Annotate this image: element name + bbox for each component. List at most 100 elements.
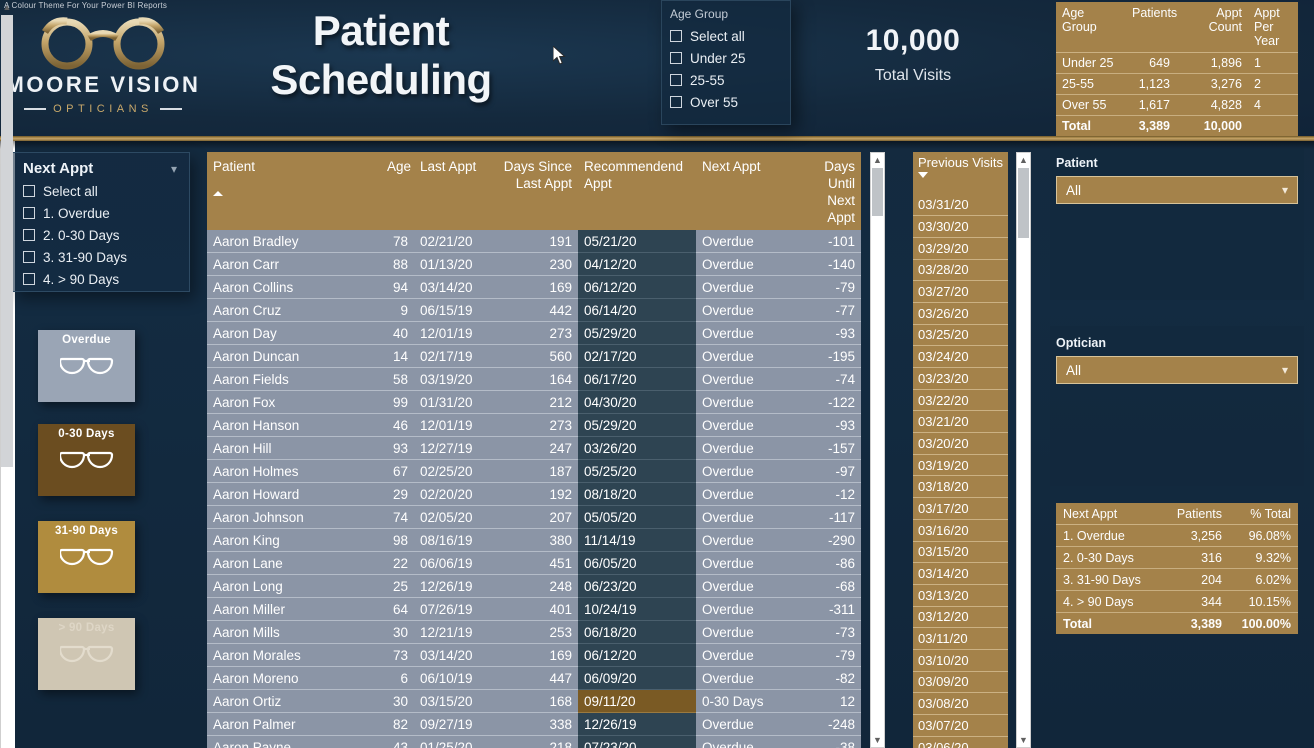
scrollbar-thumb[interactable] <box>1018 168 1029 238</box>
list-item[interactable]: 03/16/20 <box>913 519 1008 542</box>
column-header-next-appt[interactable]: Next Appt <box>696 152 791 230</box>
table-row[interactable]: Aaron Lane 22 06/06/19 451 06/05/20 Overdue -8… <box>207 551 861 575</box>
column-header-age[interactable]: Age <box>381 152 414 230</box>
age-group-slicer-item[interactable]: Over 55 <box>670 91 790 113</box>
table-row[interactable]: Aaron Morales 73 03/14/20 169 06/12/20 Overdu… <box>207 643 861 667</box>
table-row[interactable]: Aaron Cruz 9 06/15/19 442 06/14/20 Overdue -77 <box>207 298 861 322</box>
table-row[interactable]: Aaron Carr 88 01/13/20 230 04/12/20 Overdue -1… <box>207 252 861 276</box>
table-row[interactable]: 4. > 90 Days 344 10.15% <box>1056 590 1298 613</box>
table-row[interactable]: Aaron Johnson 74 02/05/20 207 05/05/20 Overdu… <box>207 505 861 529</box>
next-appt-slicer[interactable]: Next Appt ▾ Select all 1. Overdue 2. 0-30 … <box>12 152 190 292</box>
card-over-90-days[interactable]: > 90 Days <box>38 618 135 690</box>
table-row[interactable]: Under 25 649 1,896 1 <box>1056 52 1298 74</box>
patient-table[interactable]: Patient Age Last Appt Days Since Last Appt R… <box>207 152 861 748</box>
table-row[interactable]: Aaron Mills 30 12/21/19 253 06/18/20 Overdue -… <box>207 620 861 644</box>
table-row[interactable]: Aaron Hanson 46 12/01/19 273 05/29/20 Overdue… <box>207 413 861 437</box>
table-row[interactable]: Aaron Collins 94 03/14/20 169 06/12/20 Overdu… <box>207 275 861 299</box>
next-appt-matrix[interactable]: Next Appt Patients% Total 1. Overdue 3,256… <box>1056 503 1298 634</box>
scroll-down-icon[interactable]: ▼ <box>1017 733 1030 747</box>
column-header[interactable]: Patients <box>1126 2 1177 53</box>
table-header-row[interactable]: Previous Visits <box>913 152 1008 194</box>
table-row[interactable]: 1. Overdue 3,256 96.08% <box>1056 524 1298 547</box>
scroll-down-icon[interactable]: ▼ <box>871 733 884 747</box>
table-row[interactable]: 3. 31-90 Days 204 6.02% <box>1056 568 1298 591</box>
list-item[interactable]: 03/15/20 <box>913 541 1008 564</box>
list-item[interactable]: 03/12/20 <box>913 606 1008 629</box>
age-group-slicer[interactable]: Age Group Select all Under 25 25-55 Over 55 <box>661 0 791 125</box>
card-overdue[interactable]: Overdue <box>38 330 135 402</box>
patient-table-scrollbar[interactable]: ▲ ▼ <box>870 152 885 748</box>
previous-visits-table[interactable]: Previous Visits 03/31/20 03/30/20 03/29/20… <box>913 152 1008 748</box>
list-item[interactable]: 03/29/20 <box>913 237 1008 260</box>
chevron-down-icon[interactable]: ▾ <box>1282 363 1288 377</box>
column-header-last-appt[interactable]: Last Appt <box>414 152 488 230</box>
list-item[interactable]: 03/24/20 <box>913 345 1008 368</box>
age-group-slicer-item[interactable]: Select all <box>670 25 790 47</box>
scrollbar-thumb[interactable] <box>1 15 13 467</box>
column-header[interactable]: Next Appt <box>1056 503 1159 525</box>
column-header-days-until-next-appt[interactable]: Days Until Next Appt <box>791 152 861 230</box>
list-item[interactable]: 03/31/20 <box>913 194 1008 217</box>
column-header-days-since-last-appt[interactable]: Days Since Last Appt <box>488 152 578 230</box>
table-row[interactable]: Aaron Payne 43 01/25/20 218 07/23/20 Overdue -… <box>207 735 861 748</box>
column-header[interactable]: Appt Per Year <box>1248 2 1298 53</box>
list-item[interactable]: 03/27/20 <box>913 280 1008 303</box>
previous-visits-scrollbar[interactable]: ▲ ▼ <box>1016 152 1031 748</box>
checkbox-icon[interactable] <box>670 74 682 86</box>
chevron-down-icon[interactable]: ▾ <box>171 162 177 176</box>
previous-visits-header[interactable]: Previous Visits <box>913 152 1008 194</box>
checkbox-icon[interactable] <box>23 251 35 263</box>
checkbox-icon[interactable] <box>670 96 682 108</box>
list-item[interactable]: 03/23/20 <box>913 367 1008 390</box>
list-item[interactable]: 03/06/20 <box>913 736 1008 748</box>
list-item[interactable]: 03/08/20 <box>913 692 1008 715</box>
optician-filter[interactable]: Optician All ▾ <box>1056 336 1298 384</box>
list-item[interactable]: 03/07/20 <box>913 714 1008 737</box>
column-header[interactable]: Age Group <box>1056 2 1126 53</box>
card-0-30-days[interactable]: 0-30 Days <box>38 424 135 496</box>
table-row[interactable]: Aaron Fields 58 03/19/20 164 06/17/20 Overdue… <box>207 367 861 391</box>
list-item[interactable]: 03/30/20 <box>913 215 1008 238</box>
patient-filter[interactable]: Patient All ▾ <box>1056 156 1298 204</box>
list-item[interactable]: 03/20/20 <box>913 432 1008 455</box>
optician-filter-dropdown[interactable]: All ▾ <box>1056 356 1298 384</box>
next-appt-slicer-item[interactable]: 3. 31-90 Days <box>23 246 189 268</box>
chevron-down-icon[interactable]: ▾ <box>1282 183 1288 197</box>
table-row[interactable]: Aaron Howard 29 02/20/20 192 08/18/20 Overdue… <box>207 482 861 506</box>
next-appt-slicer-item[interactable]: 1. Overdue <box>23 202 189 224</box>
column-header[interactable]: Appt Count <box>1176 2 1248 53</box>
list-item[interactable]: 03/11/20 <box>913 627 1008 650</box>
next-appt-slicer-item[interactable]: 4. > 90 Days <box>23 268 189 290</box>
table-row[interactable]: Over 55 1,617 4,828 4 <box>1056 94 1298 116</box>
table-row[interactable]: Aaron Fox 99 01/31/20 212 04/30/20 Overdue -12… <box>207 390 861 414</box>
list-item[interactable]: 03/10/20 <box>913 649 1008 672</box>
patient-filter-dropdown[interactable]: All ▾ <box>1056 176 1298 204</box>
list-item[interactable]: 03/28/20 <box>913 259 1008 282</box>
table-row[interactable]: Aaron King 98 08/16/19 380 11/14/19 Overdue -2… <box>207 528 861 552</box>
checkbox-icon[interactable] <box>670 30 682 42</box>
list-item[interactable]: 03/17/20 <box>913 497 1008 520</box>
column-header-patient[interactable]: Patient <box>207 152 381 230</box>
table-row[interactable]: Aaron Palmer 82 09/27/19 338 12/26/19 Overdue… <box>207 712 861 736</box>
list-item[interactable]: 03/09/20 <box>913 671 1008 694</box>
list-item[interactable]: 03/25/20 <box>913 324 1008 347</box>
list-item[interactable]: 03/19/20 <box>913 454 1008 477</box>
scrollbar-thumb[interactable] <box>872 168 883 216</box>
age-group-matrix[interactable]: Age Group Patients Appt Count Appt Per Year… <box>1056 2 1298 136</box>
table-row[interactable]: Aaron Moreno 6 06/10/19 447 06/09/20 Overdue -… <box>207 666 861 690</box>
list-item[interactable]: 03/18/20 <box>913 475 1008 499</box>
list-item[interactable]: 03/26/20 <box>913 302 1008 325</box>
scroll-up-icon[interactable]: ▲ <box>1017 153 1030 167</box>
list-item[interactable]: 03/21/20 <box>913 410 1008 434</box>
next-appt-slicer-item[interactable]: Select all <box>23 180 189 202</box>
column-header[interactable]: Patients <box>1159 503 1229 525</box>
page-scrollbar[interactable]: ▲ <box>0 0 15 748</box>
list-item[interactable]: 03/13/20 <box>913 584 1008 607</box>
scroll-up-icon[interactable]: ▲ <box>871 153 884 167</box>
table-row[interactable]: Aaron Ortiz 30 03/15/20 168 09/11/20 0-30 Day… <box>207 689 861 713</box>
table-row[interactable]: 2. 0-30 Days 316 9.32% <box>1056 546 1298 569</box>
checkbox-icon[interactable] <box>23 273 35 285</box>
table-row[interactable]: Aaron Day 40 12/01/19 273 05/29/20 Overdue -93 <box>207 321 861 345</box>
list-item[interactable]: 03/22/20 <box>913 389 1008 412</box>
checkbox-icon[interactable] <box>23 229 35 241</box>
